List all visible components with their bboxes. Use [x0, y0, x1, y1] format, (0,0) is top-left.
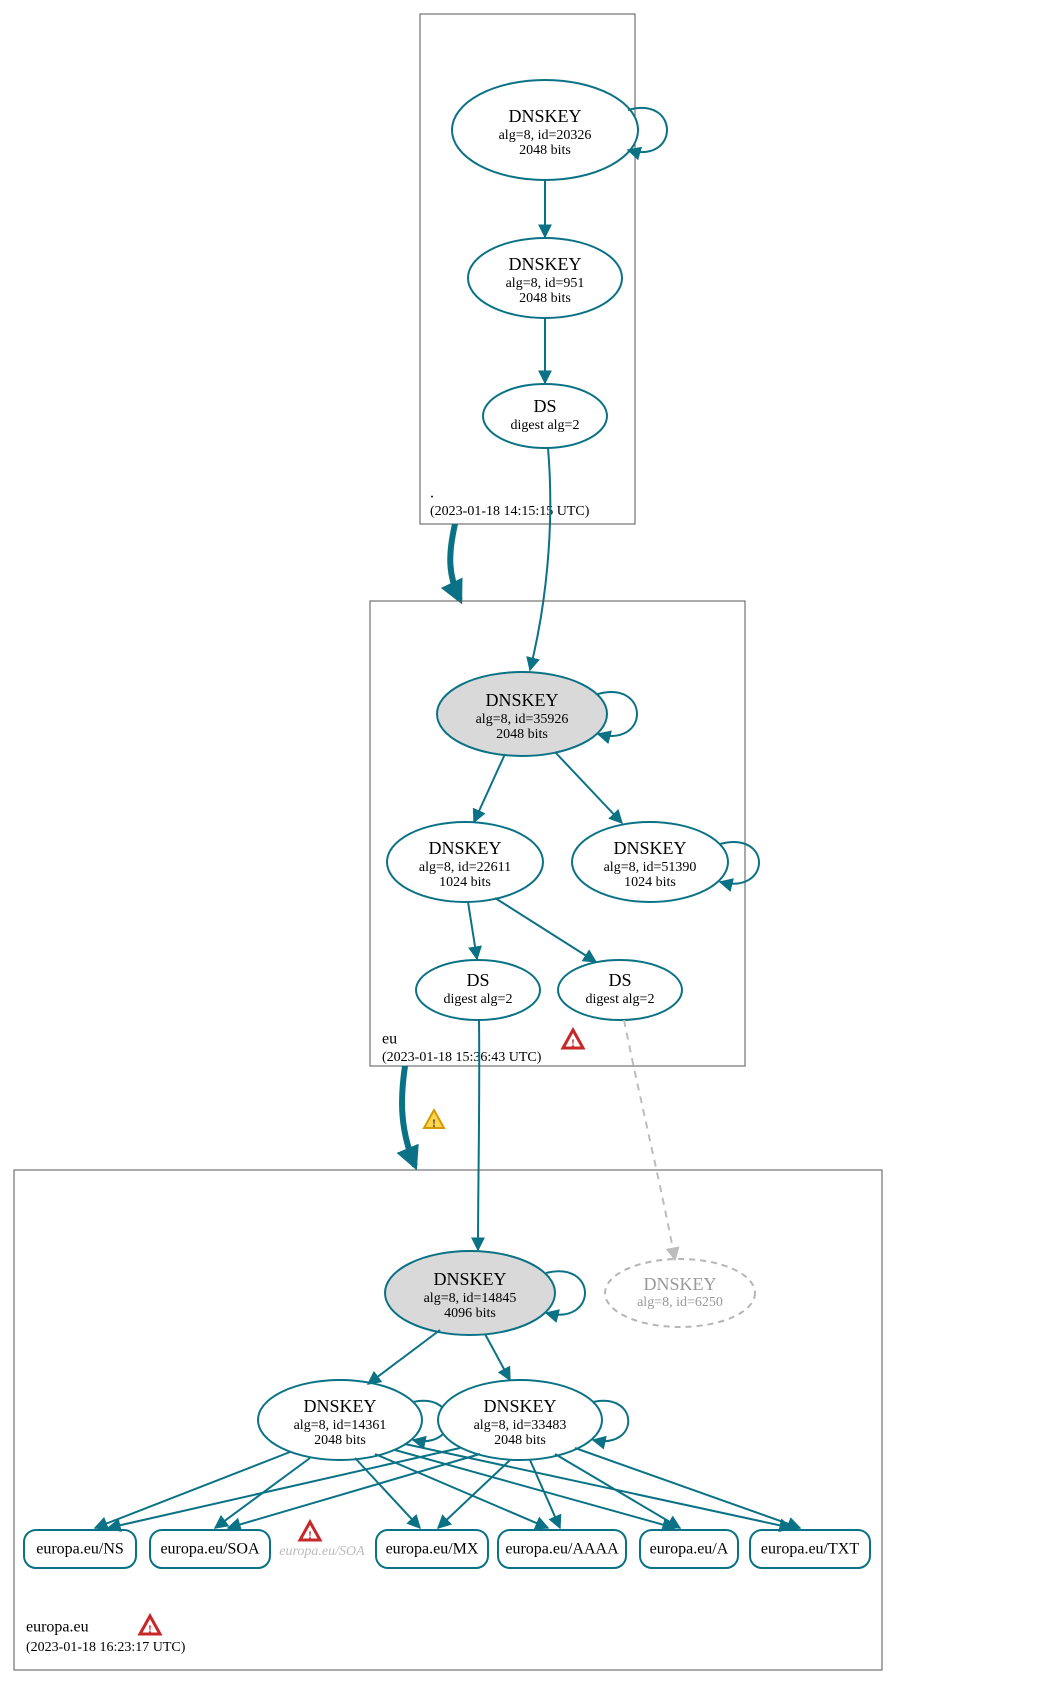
root-zsk-line1: alg=8, id=951 — [506, 276, 585, 291]
edge-eu-ksk-zsk2 — [555, 752, 622, 823]
record-mx-label: europa.eu/MX — [386, 1541, 479, 1558]
node-eu-ds1: DS digest alg=2 — [416, 960, 540, 1020]
record-txt: europa.eu/TXT — [750, 1530, 870, 1568]
e-z1-a — [395, 1450, 675, 1528]
record-soa-faded: europa.eu/SOA — [279, 1544, 365, 1559]
record-mx: europa.eu/MX — [376, 1530, 488, 1568]
edge-eu-ds2-ghost — [624, 1020, 675, 1260]
eu-zsk2-line1: alg=8, id=51390 — [604, 860, 697, 875]
eu-zsk2-title: DNSKEY — [613, 838, 686, 858]
europa-zsk2-line1: alg=8, id=33483 — [474, 1418, 567, 1433]
node-root-zsk: DNSKEY alg=8, id=951 2048 bits — [468, 238, 622, 318]
record-ns: europa.eu/NS — [24, 1530, 136, 1568]
europa-zsk2-title: DNSKEY — [483, 1396, 556, 1416]
node-europa-zsk1: DNSKEY alg=8, id=14361 2048 bits — [258, 1380, 422, 1460]
zone-europa-time: (2023-01-18 16:23:17 UTC) — [26, 1640, 186, 1655]
warning-icon: ! — [140, 1616, 160, 1636]
eu-ds1-title: DS — [466, 970, 489, 990]
record-txt-label: europa.eu/TXT — [761, 1541, 859, 1558]
root-ksk-title: DNSKEY — [508, 106, 581, 126]
node-eu-ksk: DNSKEY alg=8, id=35926 2048 bits — [437, 672, 607, 756]
europa-zsk1-line1: alg=8, id=14361 — [294, 1418, 387, 1433]
svg-text:!: ! — [571, 1036, 575, 1050]
record-soa2-label: europa.eu/SOA — [279, 1544, 365, 1559]
record-a-label: europa.eu/A — [650, 1541, 729, 1558]
eu-ds1-line1: digest alg=2 — [444, 992, 513, 1007]
edge-eu-ksk-zsk1 — [474, 754, 505, 822]
edge-europa-ksk-zsk2 — [485, 1334, 510, 1380]
zone-eu-label: eu — [382, 1031, 397, 1048]
e-z2-mx — [438, 1460, 510, 1528]
eu-ds2-line1: digest alg=2 — [586, 992, 655, 1007]
root-zsk-line2: 2048 bits — [519, 291, 571, 306]
node-root-ds: DS digest alg=2 — [483, 384, 607, 448]
caution-icon: ! — [424, 1110, 444, 1130]
zone-europa: DNSKEY alg=8, id=14845 4096 bits DNSKEY … — [14, 1170, 882, 1670]
node-europa-ghost: DNSKEY alg=8, id=6250 — [605, 1259, 755, 1327]
europa-zsk1-line2: 2048 bits — [314, 1433, 366, 1448]
zone-eu-time: (2023-01-18 15:36:43 UTC) — [382, 1050, 542, 1065]
eu-ksk-line1: alg=8, id=35926 — [476, 712, 569, 727]
dnssec-graph: DNSKEY alg=8, id=20326 2048 bits DNSKEY … — [0, 0, 1052, 1698]
svg-text:!: ! — [148, 1622, 152, 1636]
record-a: europa.eu/A — [640, 1530, 738, 1568]
e-z2-ns — [108, 1448, 460, 1528]
warning-icon: ! — [300, 1522, 320, 1542]
europa-ghost-line1: alg=8, id=6250 — [637, 1295, 723, 1310]
eu-zsk1-line2: 1024 bits — [439, 875, 491, 890]
europa-ksk-title: DNSKEY — [433, 1269, 506, 1289]
e-z1-ns — [95, 1452, 290, 1528]
record-aaaa: europa.eu/AAAA — [498, 1530, 626, 1568]
node-root-ksk: DNSKEY alg=8, id=20326 2048 bits — [452, 80, 638, 180]
europa-ghost-title: DNSKEY — [643, 1274, 716, 1294]
node-eu-zsk2: DNSKEY alg=8, id=51390 1024 bits — [572, 822, 728, 902]
eu-ds2-title: DS — [608, 970, 631, 990]
edge-root-ds-eu-ksk — [530, 448, 550, 670]
root-ds-line1: digest alg=2 — [511, 418, 580, 433]
eu-ksk-title: DNSKEY — [485, 690, 558, 710]
e-z2-a — [555, 1454, 680, 1528]
node-eu-ds2: DS digest alg=2 — [558, 960, 682, 1020]
zone-eu: DNSKEY alg=8, id=35926 2048 bits DNSKEY … — [370, 601, 759, 1066]
record-soa-label: europa.eu/SOA — [160, 1541, 260, 1558]
europa-zsk2-line2: 2048 bits — [494, 1433, 546, 1448]
record-soa: europa.eu/SOA — [150, 1530, 270, 1568]
warning-icon: ! — [563, 1030, 583, 1050]
edge-europa-ksk-zsk1 — [368, 1330, 440, 1384]
root-ds-title: DS — [533, 396, 556, 416]
eu-zsk2-line2: 1024 bits — [624, 875, 676, 890]
edge-eu-zsk1-ds1 — [468, 902, 477, 959]
root-ksk-line1: alg=8, id=20326 — [499, 128, 592, 143]
europa-ksk-line1: alg=8, id=14845 — [424, 1291, 517, 1306]
eu-zsk1-title: DNSKEY — [428, 838, 501, 858]
svg-text:!: ! — [308, 1528, 312, 1542]
e-z1-aaaa — [375, 1454, 548, 1528]
record-aaaa-label: europa.eu/AAAA — [505, 1541, 619, 1558]
zone-root-time: (2023-01-18 14:15:15 UTC) — [430, 504, 590, 519]
root-ksk-line2: 2048 bits — [519, 143, 571, 158]
zone-europa-label: europa.eu — [26, 1619, 89, 1636]
edge-eu-zsk1-ds2 — [495, 898, 596, 962]
europa-ksk-line2: 4096 bits — [444, 1306, 496, 1321]
node-europa-ksk: DNSKEY alg=8, id=14845 4096 bits — [385, 1251, 555, 1335]
record-ns-label: europa.eu/NS — [36, 1541, 124, 1558]
edge-deleg-root-eu — [450, 524, 460, 600]
node-eu-zsk1: DNSKEY alg=8, id=22611 1024 bits — [387, 822, 543, 902]
eu-ksk-line2: 2048 bits — [496, 727, 548, 742]
edge-deleg-eu-europa — [402, 1066, 415, 1166]
root-zsk-title: DNSKEY — [508, 254, 581, 274]
svg-text:!: ! — [432, 1116, 436, 1130]
eu-zsk1-line1: alg=8, id=22611 — [419, 860, 511, 875]
europa-zsk1-title: DNSKEY — [303, 1396, 376, 1416]
zone-root: DNSKEY alg=8, id=20326 2048 bits DNSKEY … — [420, 14, 667, 524]
zone-root-label: . — [430, 485, 434, 502]
